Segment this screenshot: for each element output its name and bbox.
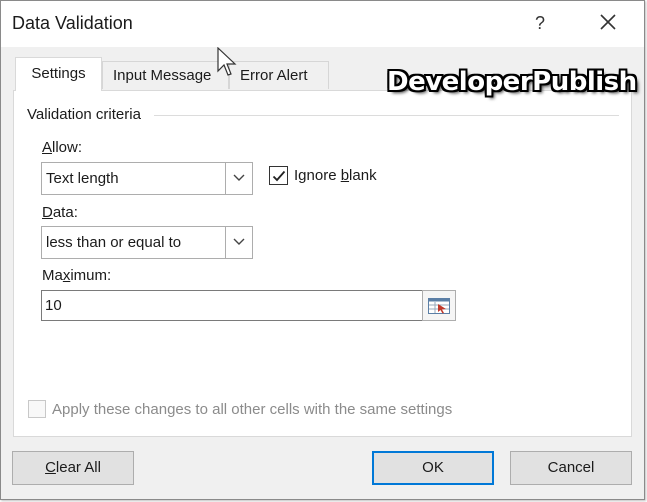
maximum-label: Maximum: — [42, 267, 112, 284]
clear-all-button[interactable]: Clear All — [12, 451, 134, 485]
title-bar: Data Validation ? — [1, 1, 644, 47]
help-button[interactable]: ? — [525, 9, 555, 37]
validation-criteria-label: Validation criteria — [27, 106, 141, 123]
allow-label: Allow: — [42, 139, 83, 156]
tab-settings[interactable]: Settings — [15, 57, 102, 91]
data-label: Data: — [42, 204, 78, 221]
data-dropdown-button[interactable] — [225, 227, 252, 258]
ignore-blank-checkbox[interactable] — [269, 166, 288, 185]
allow-dropdown-button[interactable] — [225, 163, 252, 194]
allow-select-value: Text length — [46, 170, 119, 187]
range-select-icon — [428, 298, 450, 314]
data-select[interactable]: less than or equal to — [41, 226, 253, 259]
allow-select[interactable]: Text length — [41, 162, 253, 195]
dialog-title: Data Validation — [12, 13, 133, 33]
maximum-input-box[interactable] — [41, 290, 423, 321]
watermark-text: DeveloperPublish — [387, 67, 637, 97]
tab-error-alert[interactable]: Error Alert — [229, 61, 329, 89]
ok-button[interactable]: OK — [372, 451, 494, 485]
data-select-value: less than or equal to — [46, 234, 182, 251]
tab-input-message[interactable]: Input Message — [102, 61, 229, 89]
settings-panel: Validation criteria Allow: Text length I… — [13, 90, 632, 437]
close-button[interactable] — [591, 9, 625, 37]
group-divider — [154, 115, 619, 116]
range-select-button[interactable] — [422, 290, 456, 321]
data-validation-dialog: Data Validation ? Settings Input Message… — [0, 0, 645, 500]
maximum-input[interactable] — [45, 297, 405, 314]
apply-all-checkbox[interactable] — [28, 400, 46, 418]
checkmark-icon — [272, 170, 286, 182]
mouse-cursor-icon — [217, 47, 237, 76]
ignore-blank-label: Ignore blank — [294, 167, 377, 184]
close-icon — [600, 14, 616, 30]
apply-all-label: Apply these changes to all other cells w… — [52, 401, 453, 418]
chevron-down-icon — [233, 174, 245, 181]
cancel-button[interactable]: Cancel — [510, 451, 632, 485]
chevron-down-icon — [233, 238, 245, 245]
